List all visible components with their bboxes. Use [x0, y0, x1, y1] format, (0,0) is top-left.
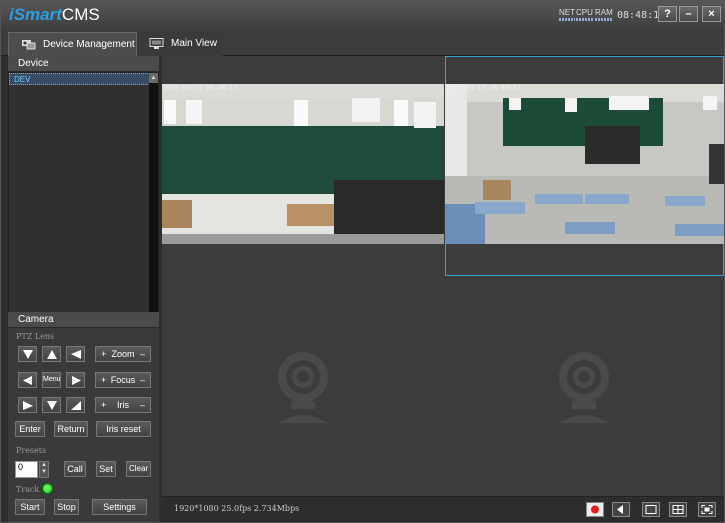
ptz-down-button[interactable]: [42, 397, 61, 413]
zoom-control: + Zoom –: [95, 346, 151, 362]
arrow-right-icon: [72, 376, 81, 385]
device-tree-item[interactable]: DEV: [9, 73, 158, 85]
arrow-down-right-icon: [71, 401, 81, 410]
arrow-down-left-icon: [23, 350, 33, 359]
preset-call-button[interactable]: Call: [64, 461, 86, 477]
cpu-meter: CPU: [576, 9, 593, 21]
device-management-icon: [22, 40, 36, 50]
ptz-down-left-button[interactable]: [18, 346, 37, 362]
spin-up-icon[interactable]: ▲: [41, 462, 47, 468]
track-status-indicator: [42, 483, 53, 494]
preset-clear-button[interactable]: Clear: [126, 461, 151, 477]
scroll-up-arrow-icon[interactable]: ▲: [149, 73, 158, 83]
enter-button[interactable]: Enter: [15, 421, 45, 437]
net-meter: NET: [559, 9, 575, 21]
single-view-icon: [645, 505, 657, 514]
ptz-lens-label: PTZ Lens: [16, 332, 55, 341]
tab-device-management-label: Device Management: [43, 39, 135, 50]
arrow-up-right-icon: [71, 350, 81, 359]
ram-meter: RAM: [595, 9, 613, 21]
single-view-button[interactable]: [642, 502, 660, 517]
quad-view-icon: [672, 505, 684, 514]
ptz-left-button[interactable]: [18, 372, 37, 388]
preset-number-input[interactable]: 0: [15, 461, 38, 478]
product-name: CMS: [61, 5, 100, 24]
audio-button[interactable]: [612, 502, 630, 517]
camera-feed-2: 2025-03-13 08:48:17: [445, 84, 724, 244]
video-cell-1[interactable]: 2025-03-13 08:48:17: [162, 56, 444, 276]
osd-timestamp-2: 2025-03-13 08:48:17: [446, 84, 521, 92]
track-label: Track: [16, 485, 40, 494]
spin-down-icon[interactable]: ▼: [41, 469, 47, 475]
tab-main-view[interactable]: Main View: [137, 32, 223, 56]
preset-spinner[interactable]: ▲ ▼: [39, 461, 49, 478]
preset-set-button[interactable]: Set: [96, 461, 116, 477]
focus-far-button[interactable]: –: [140, 373, 145, 387]
ptz-right-button[interactable]: [66, 372, 85, 388]
no-video-camera-icon: [278, 352, 328, 423]
return-button[interactable]: Return: [54, 421, 88, 437]
track-start-button[interactable]: Start: [15, 499, 45, 515]
minimize-button[interactable]: –: [679, 6, 698, 22]
net-label: NET: [559, 8, 575, 17]
video-cell-2[interactable]: 2025-03-13 08:48:17: [445, 56, 724, 276]
ptz-down-right-button[interactable]: [66, 397, 85, 413]
brand-name: iSmart: [9, 5, 62, 24]
arrow-down-icon: [47, 401, 57, 410]
video-cell-3[interactable]: [162, 277, 444, 496]
tab-bar: Device Management Main View: [1, 29, 724, 56]
help-button[interactable]: ?: [658, 6, 677, 22]
ptz-down-left-button-2[interactable]: [18, 397, 37, 413]
zoom-out-button[interactable]: –: [140, 347, 145, 361]
classroom-scene-2: [445, 84, 724, 244]
record-icon: [591, 505, 599, 514]
iris-reset-button[interactable]: Iris reset: [96, 421, 151, 437]
ram-label: RAM: [595, 8, 613, 17]
left-panel: Device DEV ▲ ▼ Camera PTZ Lens +Zoom– Me…: [8, 56, 159, 522]
video-grid: 2025-03-13 08:48:17 2025-03-13 08:48:17: [162, 56, 724, 496]
osd-timestamp-1: 2025-03-13 08:48:17: [163, 84, 238, 92]
focus-control: + Focus –: [95, 372, 151, 388]
cpu-label: CPU: [576, 8, 593, 17]
title-bar: iSmartCMS NET CPU RAM 08:48:10 ? – ×: [1, 1, 724, 29]
record-button[interactable]: [586, 502, 604, 517]
ptz-menu-button[interactable]: Menu: [42, 372, 61, 388]
ptz-up-right-button[interactable]: [66, 346, 85, 362]
cms-window: iSmartCMS NET CPU RAM 08:48:10 ? – × Dev…: [0, 0, 725, 523]
iris-control: + Iris –: [95, 397, 151, 413]
stream-info: 1920*1080 25.0fps 2.734Mbps: [174, 504, 300, 513]
arrow-down-left-icon: [23, 401, 33, 410]
tab-device-management[interactable]: Device Management: [8, 32, 137, 56]
video-cell-4[interactable]: [445, 277, 724, 496]
arrow-up-icon: [47, 350, 57, 359]
fullscreen-button[interactable]: [698, 502, 716, 517]
video-status-bar: 1920*1080 25.0fps 2.734Mbps: [162, 496, 724, 522]
track-stop-button[interactable]: Stop: [54, 499, 79, 515]
close-button[interactable]: ×: [702, 6, 721, 22]
settings-button[interactable]: Settings: [92, 499, 147, 515]
presets-label: Presets: [16, 446, 47, 455]
classroom-scene-1: [162, 84, 444, 244]
no-video-camera-icon: [559, 352, 609, 423]
monitor-icon: [149, 38, 164, 49]
app-logo: iSmartCMS: [9, 5, 100, 25]
camera-feed-1: 2025-03-13 08:48:17: [162, 84, 444, 244]
arrow-left-icon: [23, 376, 32, 385]
ptz-up-button[interactable]: [42, 346, 61, 362]
tab-main-view-label: Main View: [171, 38, 217, 49]
quad-view-button[interactable]: [669, 502, 687, 517]
device-panel-header: Device: [8, 56, 159, 72]
camera-panel-header: Camera: [8, 312, 159, 328]
fullscreen-icon: [701, 505, 713, 514]
iris-close-button[interactable]: –: [140, 398, 145, 412]
audio-icon: [617, 505, 623, 514]
